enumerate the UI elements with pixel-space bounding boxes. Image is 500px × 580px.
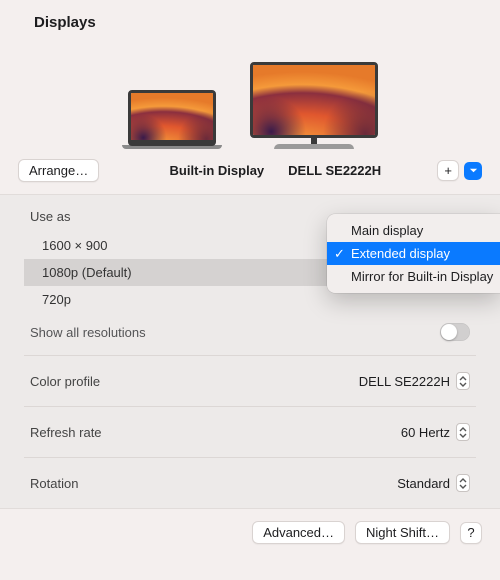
refresh-rate-value: 60 Hertz: [401, 425, 450, 440]
updown-icon: [456, 474, 470, 492]
display-thumbnails: [0, 53, 500, 153]
external-display-label: DELL SE2222H: [288, 163, 381, 178]
refresh-rate-select[interactable]: 60 Hertz: [401, 423, 470, 441]
color-profile-select[interactable]: DELL SE2222H: [359, 372, 470, 390]
menu-item-mirror[interactable]: Mirror for Built-in Display: [327, 265, 500, 288]
arrange-button[interactable]: Arrange…: [18, 159, 99, 182]
check-icon: ✓: [334, 246, 345, 262]
plus-icon: +: [444, 163, 452, 178]
show-all-resolutions-toggle[interactable]: [440, 323, 470, 341]
labels-row: Arrange… Built-in Display DELL SE2222H +: [0, 153, 500, 194]
updown-icon: [456, 372, 470, 390]
show-all-resolutions-label: Show all resolutions: [30, 325, 146, 340]
menu-item-extended-display[interactable]: ✓ Extended display: [327, 242, 500, 265]
updown-icon: [456, 423, 470, 441]
help-button[interactable]: ?: [460, 522, 482, 544]
builtin-display-thumb[interactable]: [122, 90, 222, 149]
menu-item-main-display[interactable]: Main display: [327, 219, 500, 242]
display-options-dropdown[interactable]: [464, 162, 482, 180]
advanced-button[interactable]: Advanced…: [252, 521, 345, 544]
add-display-button[interactable]: +: [437, 160, 459, 181]
rotation-label: Rotation: [30, 476, 78, 491]
chevron-down-icon: [469, 166, 478, 175]
night-shift-button[interactable]: Night Shift…: [355, 521, 450, 544]
color-profile-value: DELL SE2222H: [359, 374, 450, 389]
color-profile-label: Color profile: [30, 374, 100, 389]
use-as-popover: Main display ✓ Extended display Mirror f…: [327, 214, 500, 293]
rotation-value: Standard: [397, 476, 450, 491]
page-title: Displays: [0, 0, 500, 35]
menu-item-label: Extended display: [351, 246, 450, 261]
builtin-display-label: Built-in Display: [170, 163, 265, 178]
rotation-select[interactable]: Standard: [397, 474, 470, 492]
refresh-rate-label: Refresh rate: [30, 425, 102, 440]
footer: Advanced… Night Shift… ?: [0, 509, 500, 556]
external-display-thumb[interactable]: [250, 62, 378, 149]
